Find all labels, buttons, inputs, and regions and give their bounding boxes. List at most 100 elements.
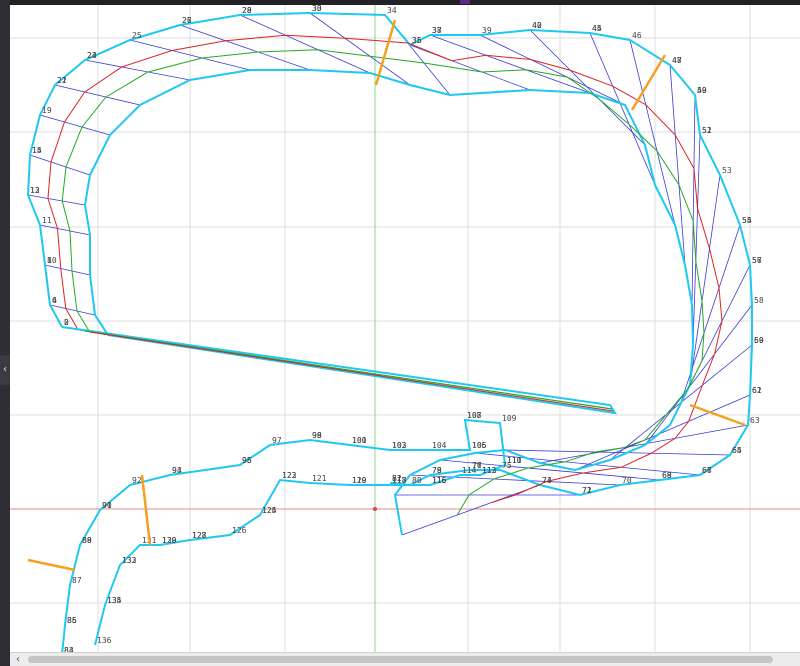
track-canvas[interactable]: 0 2 4 6 8 10 11 12 13 14 15 19 21 22 23 24 25 26 27 28 29 30 3…	[10, 5, 800, 652]
node-label: 57	[752, 256, 762, 265]
node-label: 104	[432, 441, 447, 450]
node-label: 74	[542, 476, 552, 485]
horizontal-scrollbar[interactable]: ‹	[10, 652, 800, 666]
node-label: 34	[387, 6, 397, 15]
sector-line	[689, 174, 721, 386]
node-label: 27	[182, 16, 192, 25]
track-lines	[26, 11, 753, 652]
sector-line	[49, 304, 96, 316]
node-label: 33	[312, 5, 322, 13]
node-label: 123	[282, 471, 297, 480]
node-label: 42	[532, 21, 542, 30]
node-label: 25	[132, 31, 142, 40]
node-label: 46	[632, 31, 642, 40]
node-label: 136	[97, 636, 112, 645]
node-label: 52	[702, 126, 712, 135]
sidebar-expand-tab[interactable]: ‹	[0, 355, 10, 385]
node-label: 11	[42, 216, 52, 225]
node-label: 22	[57, 76, 67, 85]
node-label: 125	[262, 506, 277, 515]
node-label: 97	[272, 436, 282, 445]
node-label: 92	[132, 476, 142, 485]
sector-line	[27, 194, 86, 206]
start-markers	[27, 19, 746, 572]
node-label: 65	[732, 446, 742, 455]
sector-line	[479, 34, 626, 106]
node-label: 19	[42, 106, 52, 115]
node-label: 108	[467, 411, 482, 420]
node-label: 106	[472, 441, 487, 450]
start-marker	[140, 474, 152, 546]
node-label: 60	[754, 336, 764, 345]
sector-line	[539, 424, 749, 464]
node-label: 48	[672, 56, 682, 65]
node-label: 120	[352, 476, 367, 485]
origin-dot	[373, 507, 377, 511]
node-label: 130	[162, 536, 177, 545]
node-label: 113	[482, 466, 497, 475]
node-label: 6	[52, 296, 57, 305]
sector-line	[29, 154, 91, 176]
sector-line	[529, 29, 646, 146]
node-label: 53	[722, 166, 732, 175]
sector-line	[84, 59, 191, 81]
outer-boundary	[26, 11, 753, 497]
scroll-left-icon[interactable]: ‹	[12, 653, 24, 666]
sector-line	[179, 24, 311, 71]
node-label: 62	[752, 386, 762, 395]
node-label: 121	[312, 474, 327, 483]
track-map[interactable]: 0246810111213141519212223242526272829 303…	[10, 5, 800, 652]
node-label: 36	[412, 36, 422, 45]
left-sidebar-strip	[0, 0, 10, 665]
node-label: 118	[392, 476, 407, 485]
node-label: 70	[622, 476, 632, 485]
node-label: 111	[507, 456, 522, 465]
node-label: 96	[242, 456, 252, 465]
node-labels: 0246810111213141519212223242526272829 303…	[30, 5, 764, 652]
node-label: 91	[102, 501, 112, 510]
node-label: 126	[232, 526, 247, 535]
sector-line	[691, 94, 696, 306]
node-label: 87	[72, 576, 82, 585]
node-label: 101	[352, 436, 367, 445]
node-label: 69	[662, 471, 672, 480]
node-label: 67	[702, 466, 712, 475]
node-label: 89	[82, 536, 92, 545]
start-marker	[27, 558, 76, 572]
node-label: 80	[412, 476, 422, 485]
node-label: 29	[242, 6, 252, 15]
node-label: 2	[64, 318, 69, 327]
node-label: 13	[30, 186, 40, 195]
node-label: 135	[107, 596, 122, 605]
node-label: 24	[87, 51, 97, 60]
node-label: 15	[32, 146, 42, 155]
node-label: 99	[312, 431, 322, 440]
top-accent	[460, 0, 470, 4]
node-label: 39	[482, 26, 492, 35]
lower-section-boundary	[61, 418, 507, 652]
node-label: 128	[192, 531, 207, 540]
node-label: 103	[392, 441, 407, 450]
node-label: 10	[47, 256, 57, 265]
node-label: 109	[502, 414, 517, 423]
node-label: 38	[432, 26, 442, 35]
node-label: 116	[432, 476, 447, 485]
node-label: 114	[462, 466, 477, 475]
node-label: 94	[172, 466, 182, 475]
node-label: 133	[122, 556, 137, 565]
node-label: 63	[750, 416, 760, 425]
scrollbar-thumb[interactable]	[28, 656, 773, 663]
center-line	[61, 49, 705, 516]
node-label: 79	[432, 466, 442, 475]
node-label: 50	[697, 86, 707, 95]
start-marker	[374, 19, 397, 86]
sector-line	[401, 484, 541, 536]
start-marker	[630, 54, 667, 111]
node-label: 86	[67, 616, 77, 625]
sector-line	[44, 264, 91, 276]
sector-line	[429, 34, 591, 94]
node-label: 72	[582, 486, 592, 495]
sector-line	[589, 32, 656, 186]
sector-line	[239, 14, 371, 74]
node-label: 55	[742, 216, 752, 225]
